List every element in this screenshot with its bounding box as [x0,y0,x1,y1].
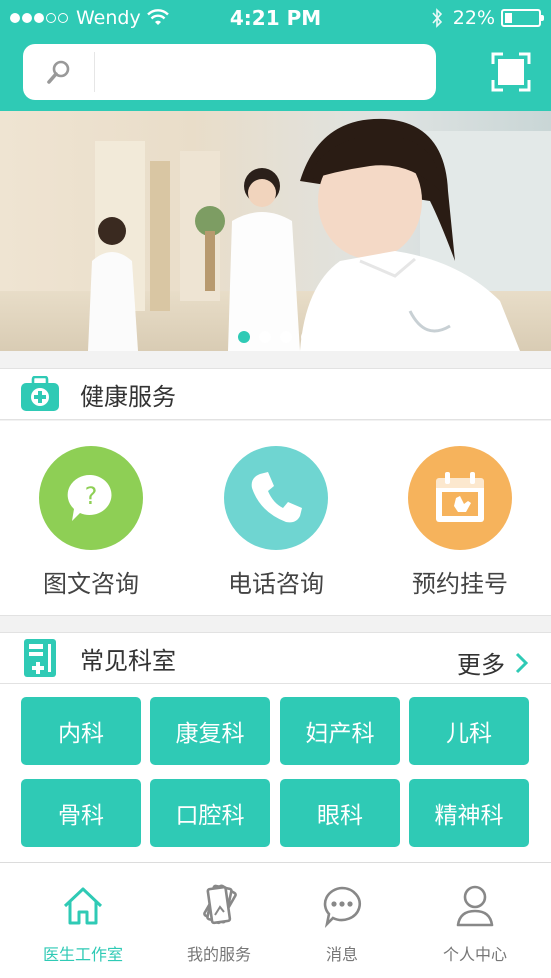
tab-label: 医生工作室 [42,945,123,964]
service-appointment[interactable]: 预约挂号 [390,446,530,599]
header: Wendy 4:21 PM 22% [0,0,551,111]
service-image-text-consult[interactable]: ? 图文咨询 [21,446,161,599]
more-label: 更多 [457,651,505,679]
banner-carousel[interactable] [0,111,551,351]
status-bar: Wendy 4:21 PM 22% [0,0,551,36]
tab-doctor-studio[interactable]: 医生工作室 [14,881,152,965]
pager-dot[interactable] [259,331,271,343]
tab-label: 消息 [325,945,358,964]
pager-dot[interactable] [280,331,292,343]
service-phone-consult[interactable]: 电话咨询 [206,446,346,599]
home-icon [14,881,152,931]
svg-text:?: ? [85,482,98,510]
dept-button[interactable]: 眼科 [280,779,400,847]
chat-question-icon: ? [39,446,143,550]
section-title: 健康服务 [80,382,176,411]
tab-profile[interactable]: 个人中心 [406,881,544,965]
search-input[interactable] [95,52,436,92]
tab-bar: 医生工作室 我的服务 消息 个人中心 [0,862,551,978]
health-services-grid: ? 图文咨询 电话咨询 预约挂号 [0,421,551,616]
calendar-icon [408,446,512,550]
section-title: 常见科室 [80,646,176,675]
search-icon [23,52,95,92]
health-services-header: 健康服务 [0,368,551,420]
dept-button[interactable]: 妇产科 [280,697,400,765]
status-right: 22% [431,7,544,29]
phone-icon [224,446,328,550]
tab-my-services[interactable]: 我的服务 [150,881,288,965]
chevron-right-icon [515,652,529,673]
banner-image [0,111,551,351]
pager-dot[interactable] [301,331,313,343]
dept-button[interactable]: 康复科 [150,697,270,765]
dept-button[interactable]: 骨科 [21,779,141,847]
service-label: 预约挂号 [412,570,508,598]
tab-label: 我的服务 [186,945,251,964]
service-label: 电话咨询 [228,570,324,598]
carousel-pager [0,331,551,343]
dept-button[interactable]: 精神科 [409,779,529,847]
service-label: 图文咨询 [43,570,139,598]
tab-messages[interactable]: 消息 [273,881,411,965]
medical-kit-icon [20,375,60,413]
message-icon [273,881,411,931]
tab-label: 个人中心 [442,945,507,964]
battery-icon [501,9,544,27]
user-icon [406,881,544,931]
cards-icon [150,881,288,931]
search-box[interactable] [23,44,436,100]
dept-button[interactable]: 内科 [21,697,141,765]
more-link[interactable]: 更多 [457,645,531,680]
department-icon [20,639,60,677]
scan-icon[interactable] [491,52,531,92]
pager-dot-active[interactable] [238,331,250,343]
dept-button[interactable]: 儿科 [409,697,529,765]
departments-header: 常见科室 更多 [0,632,551,684]
departments-grid: 内科 康复科 妇产科 儿科 骨科 口腔科 眼科 精神科 [0,684,551,862]
battery-percent: 22% [452,7,495,29]
dept-button[interactable]: 口腔科 [150,779,270,847]
bluetooth-icon [432,8,442,28]
